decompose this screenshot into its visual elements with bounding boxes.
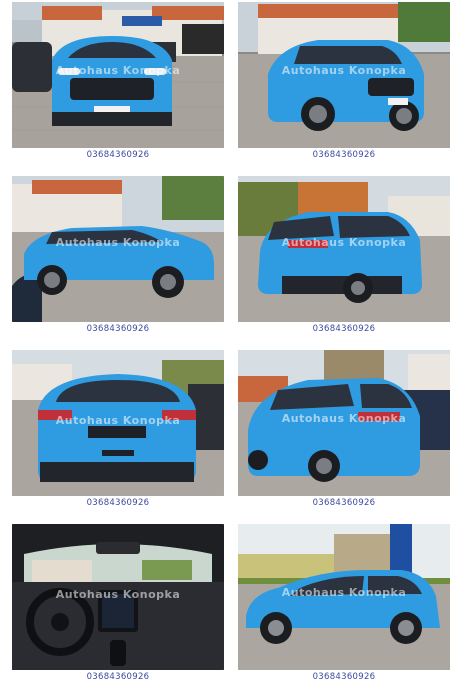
photo-thumbnail-rear-right[interactable] xyxy=(238,176,450,322)
photo-thumbnail-rear-left[interactable] xyxy=(238,350,450,496)
car-rear-image xyxy=(12,350,224,496)
photo-thumbnail-interior[interactable] xyxy=(12,524,224,670)
photo-thumbnail-front[interactable] xyxy=(12,2,224,148)
car-rear-right-image xyxy=(238,176,450,322)
photo-caption: 03684360926 xyxy=(312,150,376,160)
photo-caption: 03684360926 xyxy=(86,150,150,160)
photo-thumbnail-profile[interactable] xyxy=(238,524,450,670)
photo-caption: 03684360926 xyxy=(86,324,150,334)
car-front-right-image xyxy=(238,2,450,148)
photo-thumbnail-front-right[interactable] xyxy=(238,2,450,148)
car-interior-image xyxy=(12,524,224,670)
car-side-left-image xyxy=(12,176,224,322)
photo-thumbnail-side-left[interactable] xyxy=(12,176,224,322)
car-profile-image xyxy=(238,524,450,670)
photo-caption: 03684360926 xyxy=(312,498,376,508)
photo-caption: 03684360926 xyxy=(86,498,150,508)
car-rear-left-image xyxy=(238,350,450,496)
photo-thumbnail-rear[interactable] xyxy=(12,350,224,496)
car-front-image xyxy=(12,2,224,148)
photo-caption: 03684360926 xyxy=(312,324,376,334)
photo-grid: Autohaus Konopka 03684360926 Autohaus Ko… xyxy=(0,0,452,682)
